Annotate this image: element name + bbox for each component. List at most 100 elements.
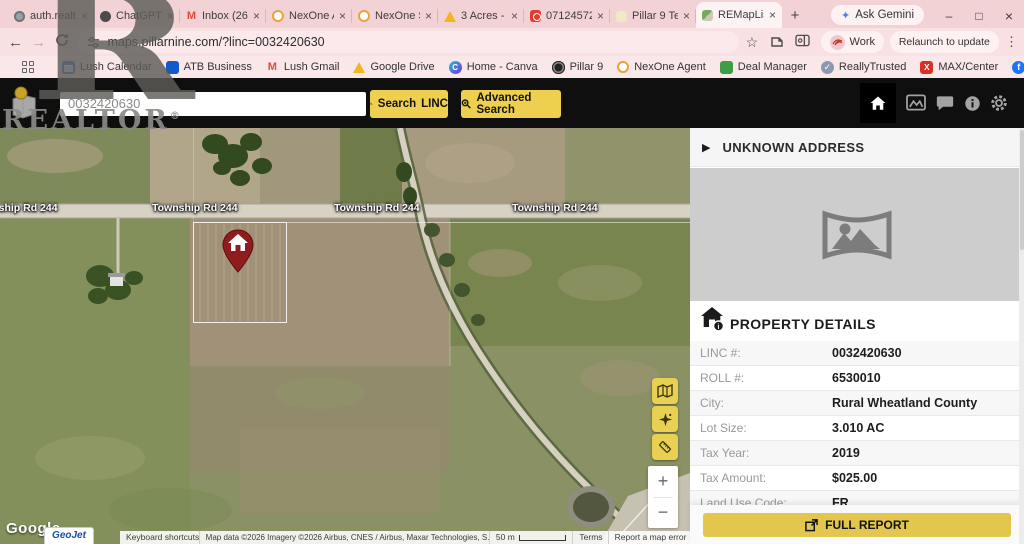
bookmark-reallytrusted[interactable]: ✓ReallyTrusted [821, 61, 906, 74]
report-map-error-link[interactable]: Report a map error [609, 531, 690, 544]
chat-button[interactable] [936, 95, 954, 116]
bookmark-lush-gmail[interactable]: MLush Gmail [266, 61, 340, 74]
tab-auth-realtor[interactable]: auth.realto × [8, 4, 94, 28]
road-label: Township Rd 244 [334, 202, 420, 214]
details-table: LINC #:0032420630 ROLL #:6530010 City:Ru… [690, 341, 1024, 505]
minimize-button[interactable]: – [934, 4, 964, 28]
measure-button[interactable] [652, 434, 678, 460]
tab-remaplist-active[interactable]: REMapList × [696, 2, 782, 28]
tab-pdf[interactable]: 071245720 × [524, 4, 610, 28]
chatgpt-icon [100, 11, 111, 22]
property-pin[interactable] [221, 228, 255, 274]
zoom-in-button[interactable]: + [648, 466, 678, 497]
basemap-button[interactable] [652, 378, 678, 404]
bookmark-star-icon[interactable]: ☆ [739, 34, 764, 51]
reallytrusted-icon: ✓ [821, 61, 834, 74]
maxcenter-icon: X [920, 61, 933, 74]
relaunch-label: Relaunch to update [899, 36, 990, 48]
tab-nexone-s[interactable]: NexOne S × [352, 4, 438, 28]
bookmark-pillar9[interactable]: Pillar 9 [552, 61, 604, 74]
bookmark-nexone-agent[interactable]: NexOne Agent [617, 61, 706, 73]
bookmark-maxcenter[interactable]: XMAX/Center [920, 61, 998, 74]
bookmarks-bar: Lush Calendar ATB Business MLush Gmail G… [0, 56, 1024, 78]
relaunch-button[interactable]: Relaunch to update [890, 31, 999, 53]
profile-label: Work [850, 36, 875, 48]
close-icon[interactable]: × [253, 10, 260, 22]
ask-gemini-button[interactable]: ✦ Ask Gemini [831, 5, 924, 25]
property-details-icon: i [698, 305, 726, 337]
gear-icon [990, 94, 1008, 112]
browser-window: auth.realto × ChatGPT - × M Inbox (26) ×… [0, 0, 1024, 544]
bookmark-lush-calendar[interactable]: Lush Calendar [62, 61, 152, 74]
full-report-button[interactable]: FULL REPORT [703, 513, 1011, 537]
canva-icon: C [449, 61, 462, 74]
bookmark-facebook[interactable]: fFacebook [1012, 61, 1024, 74]
map-data-text: Map data ©2026 Imagery ©2026 Airbus, CNE… [200, 531, 490, 544]
close-icon[interactable]: × [597, 10, 604, 22]
satellite-button[interactable] [652, 406, 678, 432]
keyboard-shortcuts-link[interactable]: Keyboard shortcuts [120, 531, 200, 544]
scrollbar-thumb[interactable] [1020, 130, 1024, 250]
remaplist-icon [702, 10, 713, 21]
tab-nexone-a[interactable]: NexOne A × [266, 4, 352, 28]
road-label: Township Rd 244 [512, 202, 598, 214]
linc-search-input[interactable]: 0032420630 [60, 92, 366, 116]
bookmark-deal-manager[interactable]: Deal Manager [720, 61, 807, 74]
bookmark-canva[interactable]: CHome - Canva [449, 61, 538, 74]
zoom-out-button[interactable]: − [648, 498, 678, 529]
table-row: Lot Size:3.010 AC [690, 416, 1024, 441]
tab-label: 3 Acres - V [461, 10, 506, 22]
tab-chatgpt[interactable]: ChatGPT - × [94, 4, 180, 28]
nexone-icon [272, 10, 284, 22]
satellite-icon [658, 412, 673, 427]
address-header[interactable]: ▶ UNKNOWN ADDRESS [690, 128, 1024, 167]
map-attribution: Keyboard shortcuts Map data ©2026 Imager… [120, 531, 690, 544]
close-icon[interactable]: × [81, 10, 88, 22]
search-linc-button[interactable]: Search LINC [370, 90, 448, 118]
extensions-icon[interactable] [764, 34, 789, 51]
panel-footer: FULL REPORT [690, 505, 1024, 544]
side-panel-icon[interactable] [790, 34, 815, 50]
profile-button[interactable]: Work [821, 31, 884, 53]
close-icon[interactable]: × [425, 10, 432, 22]
deal-manager-icon [720, 61, 733, 74]
map-scale: 50 m [490, 531, 574, 544]
bookmark-google-drive[interactable]: Google Drive [353, 61, 434, 73]
back-button[interactable]: ← [4, 34, 27, 51]
address-bar[interactable]: maps.pillarnine.com/?linc=0032420630 [77, 31, 739, 53]
tab-inbox[interactable]: M Inbox (26) × [180, 4, 266, 28]
bookmark-atb-business[interactable]: ATB Business [166, 61, 252, 74]
tab-label: 071245720 [546, 10, 592, 22]
reload-button[interactable] [50, 33, 73, 51]
info-button[interactable] [964, 95, 981, 117]
tab-3-acres[interactable]: 3 Acres - V × [438, 4, 524, 28]
new-tab-button[interactable]: + [782, 4, 808, 28]
close-icon[interactable]: × [339, 10, 346, 22]
tab-pillar9-tec[interactable]: Pillar 9 Tec × [610, 4, 696, 28]
settings-button[interactable] [990, 94, 1008, 117]
forward-button[interactable]: → [27, 34, 50, 51]
apps-grid-icon[interactable] [22, 61, 34, 73]
maximize-button[interactable]: □ [964, 4, 994, 28]
map-canvas[interactable]: Township Rd 244 Township Rd 244 Township… [0, 128, 690, 544]
close-icon[interactable]: × [511, 10, 518, 22]
tab-label: REMapList [718, 9, 764, 21]
ruler-icon [657, 439, 673, 455]
close-icon[interactable]: × [167, 10, 174, 22]
gmail-icon: M [266, 61, 279, 74]
tab-label: NexOne S [375, 10, 420, 22]
atb-icon [166, 61, 179, 74]
caret-right-icon[interactable]: ▶ [702, 141, 710, 154]
stats-button[interactable] [906, 94, 926, 116]
close-icon[interactable]: × [683, 10, 690, 22]
site-settings-icon[interactable] [87, 36, 100, 49]
zoom-control: + − [648, 466, 678, 528]
close-icon[interactable]: × [769, 9, 776, 21]
advanced-search-button[interactable]: Advanced Search [461, 90, 561, 118]
table-row: ROLL #:6530010 [690, 366, 1024, 391]
terms-link[interactable]: Terms [573, 531, 608, 544]
avatar [830, 35, 845, 50]
menu-kebab-icon[interactable]: ⋮ [999, 34, 1024, 50]
window-close-button[interactable]: × [994, 4, 1024, 28]
home-tab-button[interactable] [860, 83, 896, 123]
